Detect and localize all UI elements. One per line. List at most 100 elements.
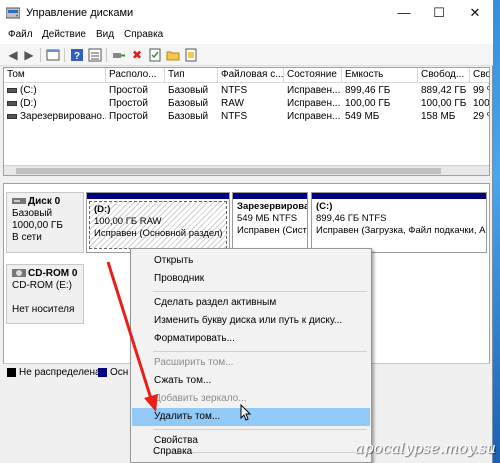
partition-d[interactable]: (D:) 100,00 ГБ RAW Исправен (Основной ра… [86,192,230,253]
cell-free-pct: 99 % [473,85,489,96]
menu-item-extend: Расширить том... [154,357,234,368]
partition-status: Исправен (Сист [237,225,307,236]
cell-type: Базовый [168,98,209,109]
connect-icon[interactable] [112,48,126,62]
properties-icon[interactable] [148,48,162,62]
partition-status: Исправен (Загрузка, Файл подкачки, А [316,225,486,236]
menu-separator [153,351,367,352]
menu-file[interactable]: Файл [8,29,33,40]
horizontal-scrollbar[interactable] [4,165,489,175]
help-icon[interactable]: ? [70,48,84,62]
rescan-icon[interactable] [184,48,198,62]
cell-layout: Простой [109,85,148,96]
title-bar: Управление дисками — ☐ ✕ [0,0,493,26]
menu-item-change-letter[interactable]: Изменить букву диска или путь к диску... [132,312,370,330]
volume-name: Зарезервировано... [20,111,106,122]
menu-item-mark-active[interactable]: Сделать раздел активным [132,294,370,312]
close-button[interactable]: ✕ [457,0,493,26]
legend-primary-label: Осн [110,367,129,378]
column-header-layout[interactable]: Располо... [106,68,165,83]
disk-type: Базовый [12,208,53,219]
cell-capacity: 549 МБ [345,111,380,122]
cell-filesystem: RAW [221,98,244,109]
column-header-status[interactable]: Состояние [284,68,342,83]
cell-free: 889,42 ГБ [421,85,467,96]
column-header-capacity[interactable]: Емкость [342,68,418,83]
menu-item-format[interactable]: Форматировать... [132,330,370,348]
mouse-cursor-icon [240,404,252,421]
scrollbar-thumb[interactable] [16,168,441,174]
partition-size: 100,00 ГБ RAW [94,216,162,227]
watermark: apocalypse.moy.su [355,439,496,457]
column-header-filesystem[interactable]: Файловая с... [218,68,284,83]
menu-item-open[interactable]: Открыть [132,252,370,270]
volume-list: Том Располо... Тип Файловая с... Состоян… [3,67,490,176]
drive-icon [7,113,17,119]
volume-name: (C:) [20,85,37,96]
cdrom-0-info[interactable]: CD-ROM 0 CD-ROM (E:) Нет носителя [6,264,84,324]
partition-size: 549 МБ NTFS [237,213,298,224]
maximize-button[interactable]: ☐ [421,0,457,26]
partition-name: Зарезервирова [237,201,308,212]
cell-filesystem: NTFS [221,111,248,122]
disk-icon [12,198,26,205]
cdrom-status: Нет носителя [12,304,75,315]
legend-unallocated-swatch [7,368,16,377]
cell-type: Базовый [168,85,209,96]
list-icon[interactable] [88,48,102,62]
back-icon[interactable]: ◀ [6,48,20,62]
disk-0-info[interactable]: Диск 0 Базовый 1000,00 ГБ В сети [6,192,84,253]
partition-name: (D:) [94,204,111,215]
disk-size: 1000,00 ГБ [12,220,63,231]
legend-unallocated-label: Не распределена [19,367,101,378]
drive-icon [7,87,17,93]
menu-help[interactable]: Справка [124,29,163,40]
cell-free-pct: 29 % [473,111,489,122]
menu-separator [153,291,367,292]
cell-status: Исправен... [287,111,341,122]
column-header-type[interactable]: Тип [165,68,218,83]
column-header-free-pct[interactable]: Свобо [470,68,489,83]
forward-icon[interactable]: ▶ [22,48,36,62]
menu-item-explorer[interactable]: Проводник [132,270,370,288]
delete-icon[interactable]: ✖ [130,48,144,62]
menu-item-shrink[interactable]: Сжать том... [132,372,370,390]
cell-type: Базовый [168,111,209,122]
menu-action[interactable]: Действие [42,29,86,40]
cell-free: 100,00 ГБ [421,98,467,109]
partition-name: (C:) [316,201,333,212]
cell-status: Исправен... [287,98,341,109]
menu-bar: Файл Действие Вид Справка [0,26,493,44]
menu-separator [153,429,367,430]
partition-size: 899,46 ГБ NTFS [316,213,387,224]
cell-layout: Простой [109,98,148,109]
partition-c[interactable]: (C:) 899,46 ГБ NTFS Исправен (Загрузка, … [311,192,487,253]
partition-primary-bar [87,193,229,199]
column-header-free[interactable]: Свобод... [418,68,470,83]
partition-reserved[interactable]: Зарезервирова 549 МБ NTFS Исправен (Сист [232,192,308,253]
cell-free: 158 МБ [421,111,456,122]
cell-status: Исправен... [287,85,341,96]
console-icon[interactable] [46,48,60,62]
minimize-button[interactable]: — [386,0,422,26]
disk-status: В сети [12,232,42,243]
svg-text:?: ? [74,51,80,62]
volume-name: (D:) [20,98,37,109]
folder-icon[interactable] [166,48,180,62]
window-title: Управление дисками [26,7,134,19]
cell-filesystem: NTFS [221,85,248,96]
toolbar: ◀ ▶ ? ✖ [0,44,493,66]
context-menu: Открыть Проводник Сделать раздел активны… [130,248,372,463]
cell-capacity: 100,00 ГБ [345,98,391,109]
cdrom-type: CD-ROM (E:) [12,280,72,291]
disk-name: Диск 0 [28,196,61,207]
cdrom-icon [12,269,26,278]
cdrom-name: CD-ROM 0 [28,268,78,279]
drive-icon [7,100,17,106]
cell-free-pct: 100 % [473,98,489,109]
column-header-volume[interactable]: Том [4,68,106,83]
menu-item-help[interactable]: Справка [131,443,369,461]
cell-capacity: 899,46 ГБ [345,85,391,96]
menu-view[interactable]: Вид [96,29,114,40]
partition-status: Исправен (Основной раздел) [94,228,223,239]
